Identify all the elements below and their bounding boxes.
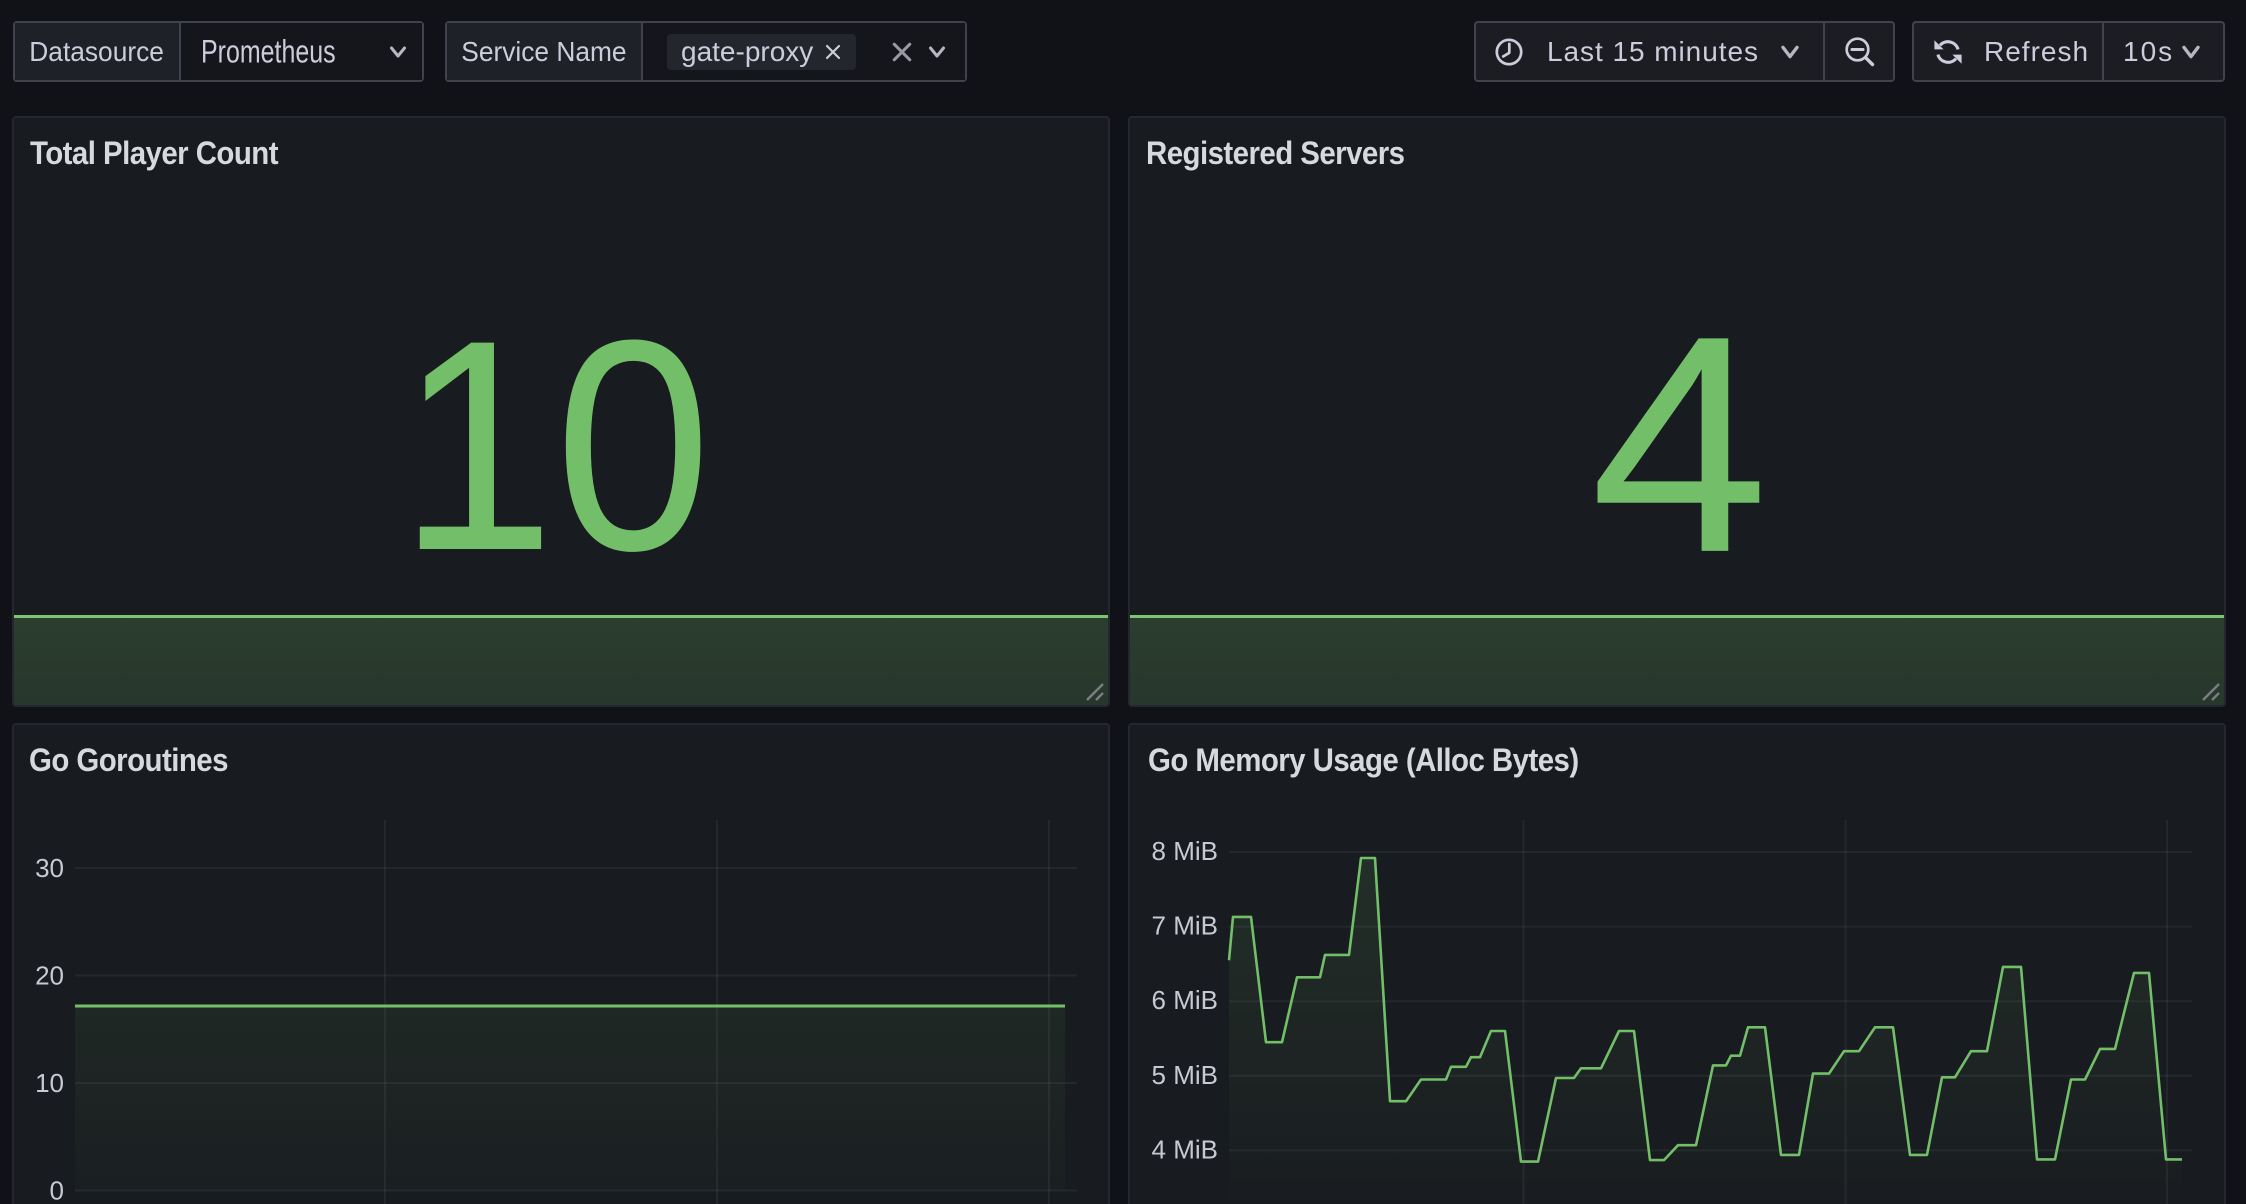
svg-text:30: 30 (35, 853, 64, 883)
svg-text:6 MiB: 6 MiB (1152, 985, 1218, 1015)
svg-text:5 MiB: 5 MiB (1152, 1060, 1218, 1090)
svg-text:10: 10 (35, 1068, 64, 1098)
svg-text:0: 0 (50, 1176, 64, 1204)
svg-text:8 MiB: 8 MiB (1152, 836, 1218, 866)
svg-text:7 MiB: 7 MiB (1152, 911, 1218, 941)
svg-text:4 MiB: 4 MiB (1152, 1134, 1218, 1164)
svg-text:20: 20 (35, 961, 64, 991)
